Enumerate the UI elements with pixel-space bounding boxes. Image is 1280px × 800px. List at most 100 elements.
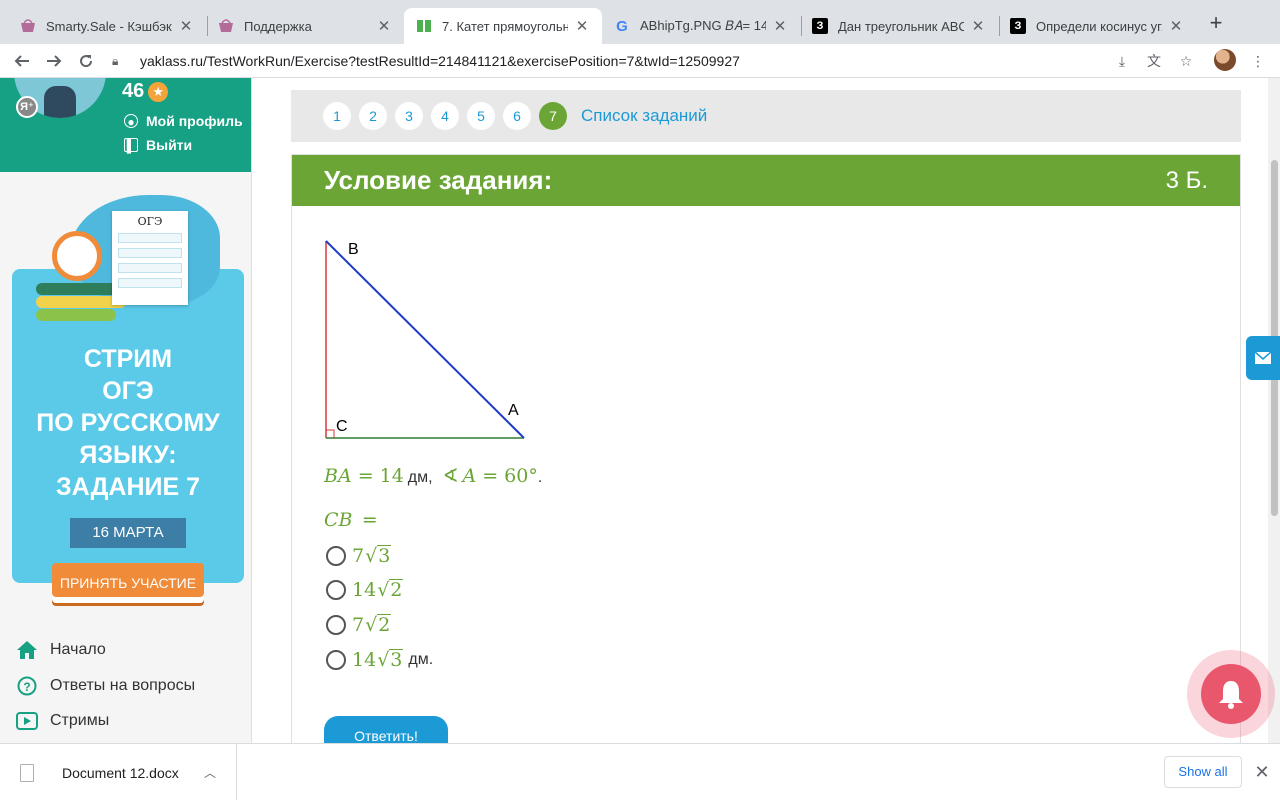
stopwatch-icon — [52, 231, 102, 281]
option-coef: 7 — [352, 545, 365, 567]
angle-value: 60° — [504, 465, 538, 487]
menu-icon[interactable]: ⋮ — [1248, 51, 1268, 71]
promo-banner[interactable]: ОГЭ СТРИМ ОГЭ ПО РУССКОМУ ЯЗЫКУ: ЗАДАНИЕ… — [12, 195, 244, 603]
reload-button[interactable] — [74, 49, 98, 73]
logout-icon: ▌ — [124, 138, 138, 153]
sqrt-symbol: √ 2 — [377, 579, 404, 601]
chevron-up-icon[interactable]: ︿ — [198, 764, 222, 781]
logout-label: Выйти — [146, 137, 193, 153]
back-button[interactable] — [10, 49, 34, 73]
answer-option-4[interactable]: 14 √ 3 дм. — [326, 649, 433, 671]
exam-sheet-icon: ОГЭ — [112, 211, 188, 305]
exam-sheet-title: ОГЭ — [137, 215, 163, 228]
play-icon — [16, 710, 38, 732]
reload-icon — [80, 55, 93, 68]
notification-bell-button[interactable] — [1201, 664, 1261, 724]
answer-option-2[interactable]: 14 √ 2 — [326, 579, 404, 601]
page-5[interactable]: 5 — [467, 102, 495, 130]
option-coef: 14 — [352, 649, 377, 671]
tab-yaklass-active[interactable]: 7. Катет прямоугольно ✕ — [404, 8, 602, 44]
logout-link[interactable]: ▌ Выйти — [124, 137, 192, 153]
svg-text:?: ? — [23, 680, 30, 694]
join-button[interactable]: ПРИНЯТЬ УЧАСТИЕ — [52, 563, 204, 603]
page-2[interactable]: 2 — [359, 102, 387, 130]
page-scrollbar[interactable] — [1268, 78, 1280, 743]
close-tab-icon[interactable]: ✕ — [178, 17, 194, 35]
profile-points: 46 ★ — [122, 80, 169, 103]
page-4[interactable]: 4 — [431, 102, 459, 130]
unit-dm: дм, — [407, 469, 433, 486]
user-icon: ● — [124, 114, 138, 129]
task-panel: Условие задания: 3 Б. B A C BA = 14 дм, … — [291, 154, 1241, 743]
browser-profile-avatar[interactable] — [1214, 49, 1236, 71]
close-tab-icon[interactable]: ✕ — [1168, 17, 1184, 35]
close-tab-icon[interactable]: ✕ — [970, 17, 986, 35]
option-value: 14 √ 3 — [352, 649, 404, 671]
tab-znanija-2[interactable]: З Определи косинус угл ✕ — [998, 8, 1196, 44]
my-profile-label: Мой профиль — [146, 113, 243, 129]
task-list-link[interactable]: Список заданий — [581, 106, 707, 126]
tab-title: Определи косинус угл — [1036, 18, 1162, 34]
answer-option-3[interactable]: 7 √ 2 — [326, 614, 392, 636]
smartysale-icon — [218, 18, 234, 34]
exercise-pager: 1 2 3 4 5 6 7 Список заданий — [291, 90, 1241, 142]
radio-button[interactable] — [326, 546, 346, 566]
close-tab-icon[interactable]: ✕ — [772, 17, 788, 35]
tab-title: Поддержка — [244, 18, 312, 34]
install-icon[interactable]: ⤓ — [1112, 51, 1132, 71]
feedback-tab[interactable] — [1246, 336, 1280, 380]
sidebar-item-answers[interactable]: ? Ответы на вопросы — [16, 675, 195, 697]
tab-title: Smarty.Sale - Кэшбэк — [46, 18, 172, 34]
profile-panel: Я⁺ 46 ★ ● Мой профиль ▌ Выйти — [0, 78, 251, 172]
tab-support[interactable]: Поддержка ✕ — [206, 8, 404, 44]
vertex-label-b: B — [348, 241, 359, 258]
option-radicand: 2 — [389, 579, 404, 601]
option-radicand: 2 — [377, 614, 392, 636]
option-value: 14 √ 2 — [352, 579, 404, 601]
lock-icon: 🔒︎ — [112, 53, 119, 68]
translate-icon[interactable]: 文 — [1144, 51, 1164, 71]
vertex-label-a: A — [508, 402, 519, 419]
page-3[interactable]: 3 — [395, 102, 423, 130]
sidebar-item-streams[interactable]: Стримы — [16, 710, 109, 732]
bell-icon — [1219, 681, 1243, 709]
page-1[interactable]: 1 — [323, 102, 351, 130]
tab-title: 7. Катет прямоугольно — [442, 18, 568, 34]
ba-value: 14 — [379, 465, 404, 487]
close-icon[interactable]: ✕ — [1252, 762, 1272, 782]
close-tab-icon[interactable]: ✕ — [574, 17, 590, 35]
sidebar-item-label: Стримы — [50, 712, 110, 729]
my-profile-link[interactable]: ● Мой профиль — [124, 113, 243, 129]
condition-end: . — [537, 469, 543, 486]
show-all-button[interactable]: Show all — [1164, 756, 1242, 788]
main-content: 1 2 3 4 5 6 7 Список заданий Условие зад… — [253, 78, 1268, 743]
sidebar-item-home[interactable]: Начало — [16, 639, 106, 661]
forward-button[interactable] — [42, 49, 66, 73]
tab-google-image[interactable]: G ABhipTg.PNG 𝐵𝐴= 14 д ✕ — [602, 8, 800, 44]
star-icon: ★ — [148, 81, 169, 102]
answer-option-1[interactable]: 7 √ 3 — [326, 545, 392, 567]
page-7-current[interactable]: 7 — [539, 102, 567, 130]
question-prompt: CB = — [324, 509, 378, 532]
yaklass-icon — [416, 18, 432, 34]
page-6[interactable]: 6 — [503, 102, 531, 130]
radio-button[interactable] — [326, 580, 346, 600]
angle-label: A — [462, 465, 477, 487]
tab-znanija-1[interactable]: З Дан треугольник ABC, ✕ — [800, 8, 998, 44]
sqrt-symbol: √ 3 — [377, 649, 404, 671]
sqrt-symbol: √ 3 — [365, 545, 392, 567]
angle-symbol: ∢ — [442, 465, 459, 487]
radio-button[interactable] — [326, 650, 346, 670]
equals-sign: = — [361, 509, 378, 531]
promo-date: 16 МАРТА — [70, 518, 186, 548]
points-value: 46 — [122, 80, 145, 102]
tab-smarty-sale[interactable]: Smarty.Sale - Кэшбэк ✕ — [8, 8, 206, 44]
close-tab-icon[interactable]: ✕ — [376, 17, 392, 35]
yaklass-plus-badge[interactable]: Я⁺ — [16, 96, 38, 118]
radio-button[interactable] — [326, 615, 346, 635]
download-item[interactable]: Document 12.docx ︿ — [0, 744, 237, 800]
address-bar[interactable]: 🔒︎ yaklass.ru/TestWorkRun/Exercise?testR… — [112, 46, 1242, 76]
bookmark-star-icon[interactable]: ☆ — [1176, 51, 1196, 71]
submit-answer-button[interactable]: Ответить! — [324, 716, 448, 743]
new-tab-button[interactable]: + — [1204, 12, 1228, 36]
